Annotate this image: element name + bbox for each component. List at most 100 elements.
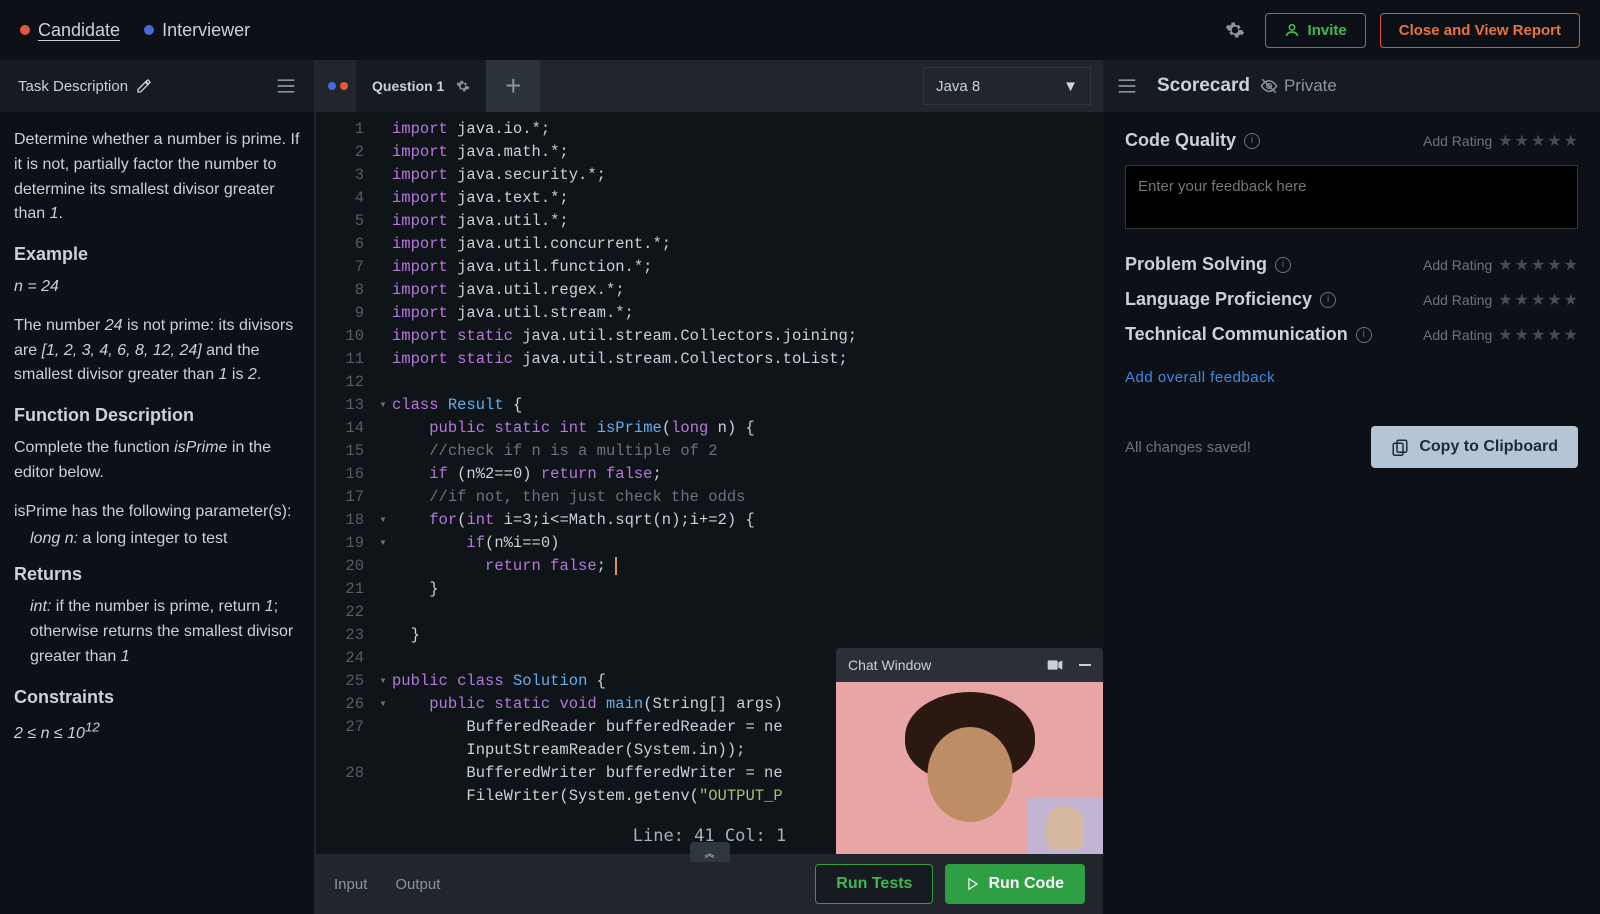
code-line[interactable]: 10import static java.util.stream.Collect… bbox=[316, 325, 1103, 348]
task-header: Task Description bbox=[0, 60, 314, 112]
constraints-text: 2 ≤ n ≤ 1012 bbox=[14, 718, 300, 747]
star-icon[interactable]: ★ bbox=[1531, 255, 1545, 275]
scorecard-menu-button[interactable] bbox=[1117, 78, 1137, 94]
code-line[interactable]: 14 public static int isPrime(long n) { bbox=[316, 417, 1103, 440]
tab-candidate[interactable]: Candidate bbox=[20, 20, 120, 41]
io-tabs: Input Output bbox=[334, 876, 440, 893]
collapse-task-button[interactable] bbox=[276, 78, 296, 94]
code-line[interactable]: 23 } bbox=[316, 624, 1103, 647]
gear-icon[interactable] bbox=[456, 79, 470, 93]
code-line[interactable]: 7import java.util.function.*; bbox=[316, 256, 1103, 279]
star-icon[interactable]: ★ bbox=[1498, 131, 1512, 151]
criterion-label: Problem Solving bbox=[1125, 254, 1267, 275]
output-tab[interactable]: Output bbox=[395, 876, 440, 893]
code-line[interactable]: 9import java.util.stream.*; bbox=[316, 302, 1103, 325]
code-line[interactable]: 22 bbox=[316, 601, 1103, 624]
star-icon[interactable]: ★ bbox=[1515, 131, 1529, 151]
star-icon[interactable]: ★ bbox=[1531, 290, 1545, 310]
code-line[interactable]: 5import java.util.*; bbox=[316, 210, 1103, 233]
tab-interviewer[interactable]: Interviewer bbox=[144, 20, 250, 41]
info-icon[interactable]: i bbox=[1244, 133, 1260, 149]
window-dots bbox=[316, 60, 356, 112]
code-line[interactable]: 4import java.text.*; bbox=[316, 187, 1103, 210]
code-line[interactable]: 17 //if not, then just check the odds bbox=[316, 486, 1103, 509]
add-rating-label: Add Rating bbox=[1423, 292, 1492, 308]
code-line[interactable]: 19▾ if(n%i==0) bbox=[316, 532, 1103, 555]
code-line[interactable]: 8import java.util.regex.*; bbox=[316, 279, 1103, 302]
param-1: long n: a long integer to test bbox=[14, 527, 300, 552]
scroll-top-button[interactable]: ︽ bbox=[690, 842, 730, 862]
video-toggle-button[interactable] bbox=[1047, 659, 1063, 671]
code-line[interactable]: 20 return false; bbox=[316, 555, 1103, 578]
topbar-right: Invite Close and View Report bbox=[1219, 13, 1580, 48]
input-tab[interactable]: Input bbox=[334, 876, 367, 893]
star-icon[interactable]: ★ bbox=[1547, 131, 1561, 151]
edit-task-button[interactable] bbox=[136, 78, 152, 94]
star-icon[interactable]: ★ bbox=[1498, 255, 1512, 275]
star-icon[interactable]: ★ bbox=[1564, 325, 1578, 345]
info-icon[interactable]: i bbox=[1320, 292, 1336, 308]
task-panel: Task Description Determine whether a num… bbox=[0, 60, 316, 914]
star-icon[interactable]: ★ bbox=[1564, 255, 1578, 275]
question-tab[interactable]: Question 1 bbox=[356, 60, 486, 112]
scorecard-criterion: Technical Communication i Add Rating ★★★… bbox=[1125, 324, 1578, 345]
task-header-title: Task Description bbox=[18, 78, 128, 95]
rating-control[interactable]: Add Rating ★★★★★ bbox=[1423, 325, 1578, 345]
code-line[interactable]: 1import java.io.*; bbox=[316, 118, 1103, 141]
copy-clipboard-button[interactable]: Copy to Clipboard bbox=[1371, 426, 1578, 468]
info-icon[interactable]: i bbox=[1356, 327, 1372, 343]
code-line[interactable]: 12 bbox=[316, 371, 1103, 394]
minimize-chat-button[interactable] bbox=[1079, 659, 1091, 671]
feedback-input[interactable] bbox=[1125, 165, 1578, 229]
invite-button[interactable]: Invite bbox=[1265, 13, 1366, 48]
star-icon[interactable]: ★ bbox=[1564, 290, 1578, 310]
code-line[interactable]: 16 if (n%2==0) return false; bbox=[316, 463, 1103, 486]
video-icon bbox=[1047, 659, 1063, 671]
run-tests-label: Run Tests bbox=[836, 875, 912, 893]
code-line[interactable]: 21 } bbox=[316, 578, 1103, 601]
scorecard-criterion: Problem Solving i Add Rating ★★★★★ bbox=[1125, 254, 1578, 275]
star-icon[interactable]: ★ bbox=[1547, 290, 1561, 310]
code-line[interactable]: 6import java.util.concurrent.*; bbox=[316, 233, 1103, 256]
star-icon[interactable]: ★ bbox=[1515, 290, 1529, 310]
run-tests-button[interactable]: Run Tests bbox=[815, 864, 933, 904]
star-icon[interactable]: ★ bbox=[1531, 131, 1545, 151]
scorecard-panel: Scorecard Private Code Quality i Add Rat… bbox=[1103, 60, 1600, 914]
star-icon[interactable]: ★ bbox=[1531, 325, 1545, 345]
chat-title: Chat Window bbox=[848, 657, 931, 673]
star-icon[interactable]: ★ bbox=[1515, 325, 1529, 345]
settings-button[interactable] bbox=[1219, 14, 1251, 46]
scorecard-criterion: Code Quality i Add Rating ★★★★★ bbox=[1125, 130, 1578, 151]
avatar-thumbnail bbox=[1027, 798, 1103, 854]
close-report-button[interactable]: Close and View Report bbox=[1380, 13, 1580, 48]
returns-heading: Returns bbox=[14, 561, 300, 589]
star-icon[interactable]: ★ bbox=[1498, 290, 1512, 310]
language-select[interactable]: Java 8 ▼ bbox=[923, 67, 1091, 105]
run-code-button[interactable]: Run Code bbox=[945, 864, 1085, 904]
function-desc-heading: Function Description bbox=[14, 402, 300, 430]
code-line[interactable]: 2import java.math.*; bbox=[316, 141, 1103, 164]
code-line[interactable]: 15 //check if n is a multiple of 2 bbox=[316, 440, 1103, 463]
code-line[interactable]: 18▾ for(int i=3;i<=Math.sqrt(n);i+=2) { bbox=[316, 509, 1103, 532]
rating-control[interactable]: Add Rating ★★★★★ bbox=[1423, 255, 1578, 275]
star-icon[interactable]: ★ bbox=[1547, 255, 1561, 275]
language-label: Java 8 bbox=[936, 78, 980, 95]
code-line[interactable]: 13▾class Result { bbox=[316, 394, 1103, 417]
rating-control[interactable]: Add Rating ★★★★★ bbox=[1423, 290, 1578, 310]
star-icon[interactable]: ★ bbox=[1547, 325, 1561, 345]
code-line[interactable]: 3import java.security.*; bbox=[316, 164, 1103, 187]
code-line[interactable]: 11import static java.util.stream.Collect… bbox=[316, 348, 1103, 371]
returns-text: int: if the number is prime, return 1; o… bbox=[14, 595, 300, 669]
add-overall-feedback-link[interactable]: Add overall feedback bbox=[1125, 369, 1275, 386]
star-icon[interactable]: ★ bbox=[1498, 325, 1512, 345]
criterion-label: Code Quality bbox=[1125, 130, 1236, 151]
info-icon[interactable]: i bbox=[1275, 257, 1291, 273]
star-icon[interactable]: ★ bbox=[1564, 131, 1578, 151]
add-question-button[interactable]: + bbox=[486, 60, 540, 112]
chat-window[interactable]: Chat Window bbox=[836, 648, 1103, 854]
star-icon[interactable]: ★ bbox=[1515, 255, 1529, 275]
copy-label: Copy to Clipboard bbox=[1419, 438, 1558, 456]
scorecard-visibility[interactable]: Private bbox=[1260, 76, 1337, 96]
chat-header[interactable]: Chat Window bbox=[836, 648, 1103, 682]
rating-control[interactable]: Add Rating ★★★★★ bbox=[1423, 131, 1578, 151]
